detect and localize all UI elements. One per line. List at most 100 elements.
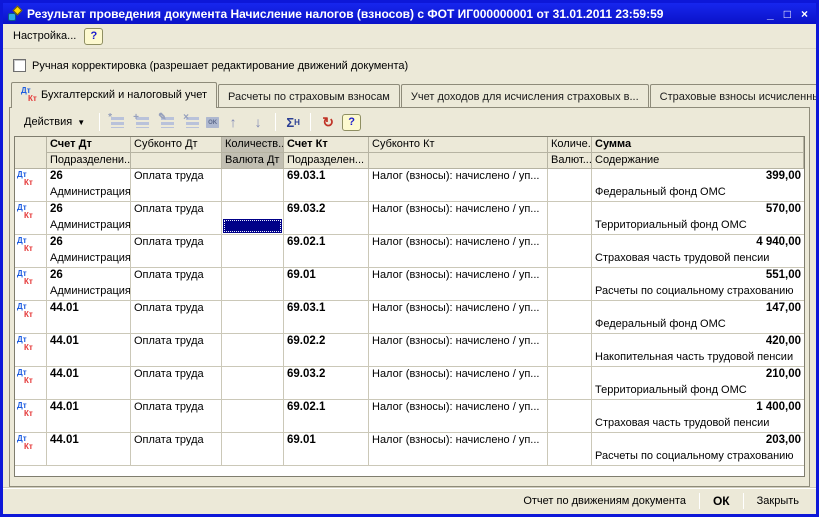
summa-cell[interactable]: 570,00 Территориальный фонд ОМС — [592, 202, 804, 235]
refresh-icon[interactable]: ↻ — [317, 112, 339, 132]
header-cell[interactable]: Количеств... — [222, 137, 284, 153]
subconto-dt-cell[interactable]: Оплата труда — [131, 268, 222, 301]
dtkt-cell[interactable]: Дт Кт — [15, 202, 47, 235]
header-cell[interactable] — [15, 137, 47, 153]
subconto-dt-cell[interactable]: Оплата труда — [131, 235, 222, 268]
summa-cell[interactable]: 4 940,00 Страховая часть трудовой пенсии — [592, 235, 804, 268]
header-cell[interactable]: Подразделен... — [284, 153, 369, 169]
help-button[interactable]: ? — [84, 27, 104, 45]
kolichestvo-valuta-kt-cell[interactable] — [548, 367, 592, 400]
subconto-kt-cell[interactable]: Налог (взносы): начислено / уп... — [369, 235, 548, 268]
header-cell[interactable]: Сумма — [592, 137, 804, 153]
header-cell[interactable]: Валюта Дт — [222, 153, 284, 169]
schet-kt-cell[interactable]: 69.02.1 — [284, 400, 369, 433]
header-cell[interactable]: Счет Кт — [284, 137, 369, 153]
close-button[interactable]: × — [801, 7, 808, 21]
schet-kt-cell[interactable]: 69.03.1 — [284, 301, 369, 334]
subconto-kt-cell[interactable]: Налог (взносы): начислено / уп... — [369, 268, 548, 301]
subconto-kt-cell[interactable]: Налог (взносы): начислено / уп... — [369, 367, 548, 400]
kolichestvo-valuta-dt-cell[interactable] — [222, 235, 284, 268]
subconto-kt-cell[interactable]: Налог (взносы): начислено / уп... — [369, 202, 548, 235]
totals-icon[interactable]: ΣH — [282, 112, 304, 132]
header-cell[interactable]: Количе... — [548, 137, 592, 153]
schet-dt-cell[interactable]: 26 Администрация — [47, 268, 131, 301]
close-window-button[interactable]: Закрыть — [748, 491, 808, 511]
kolichestvo-valuta-kt-cell[interactable] — [548, 301, 592, 334]
header-cell[interactable] — [369, 153, 548, 169]
kolichestvo-valuta-dt-cell[interactable] — [222, 433, 284, 466]
subconto-kt-cell[interactable]: Налог (взносы): начислено / уп... — [369, 400, 548, 433]
kolichestvo-valuta-kt-cell[interactable] — [548, 334, 592, 367]
dtkt-cell[interactable]: Дт Кт — [15, 169, 47, 202]
kolichestvo-valuta-dt-cell[interactable] — [222, 268, 284, 301]
dtkt-cell[interactable]: Дт Кт — [15, 400, 47, 433]
summa-cell[interactable]: 420,00 Накопительная часть трудовой пенс… — [592, 334, 804, 367]
tab-4[interactable]: Страховые взносы исчисленные — [649, 84, 816, 107]
summa-cell[interactable]: 210,00 Территориальный фонд ОМС — [592, 367, 804, 400]
subconto-dt-cell[interactable]: Оплата труда — [131, 433, 222, 466]
schet-kt-cell[interactable]: 69.03.2 — [284, 367, 369, 400]
subconto-dt-cell[interactable]: Оплата труда — [131, 400, 222, 433]
dtkt-cell[interactable]: Дт Кт — [15, 433, 47, 466]
minimize-button[interactable]: _ — [767, 7, 774, 21]
report-on-document-movements-button[interactable]: Отчет по движениям документа — [514, 491, 695, 511]
kolichestvo-valuta-kt-cell[interactable] — [548, 400, 592, 433]
header-cell[interactable]: Содержание — [592, 153, 804, 169]
dtkt-cell[interactable]: Дт Кт — [15, 235, 47, 268]
header-cell[interactable]: Валют... — [548, 153, 592, 169]
subconto-dt-cell[interactable]: Оплата труда — [131, 334, 222, 367]
subconto-kt-cell[interactable]: Налог (взносы): начислено / уп... — [369, 433, 548, 466]
dtkt-cell[interactable]: Дт Кт — [15, 268, 47, 301]
kolichestvo-valuta-dt-cell[interactable] — [222, 400, 284, 433]
subconto-dt-cell[interactable]: Оплата труда — [131, 169, 222, 202]
kolichestvo-valuta-dt-cell[interactable] — [222, 202, 284, 235]
schet-dt-cell[interactable]: 26 Администрация — [47, 235, 131, 268]
kolichestvo-valuta-dt-cell[interactable] — [222, 334, 284, 367]
kolichestvo-valuta-kt-cell[interactable] — [548, 235, 592, 268]
help-icon[interactable]: ? — [342, 113, 362, 131]
schet-kt-cell[interactable]: 69.01 — [284, 433, 369, 466]
subconto-dt-cell[interactable]: Оплата труда — [131, 202, 222, 235]
kolichestvo-valuta-kt-cell[interactable] — [548, 433, 592, 466]
dtkt-cell[interactable]: Дт Кт — [15, 367, 47, 400]
manual-adjustment-checkbox[interactable] — [13, 59, 26, 72]
schet-dt-cell[interactable]: 26 Администрация — [47, 202, 131, 235]
dtkt-cell[interactable]: Дт Кт — [15, 301, 47, 334]
tab-3[interactable]: Учет доходов для исчисления страховых в.… — [400, 84, 649, 107]
ok-button[interactable]: ОК — [704, 490, 739, 512]
header-cell[interactable]: Подразделени... — [47, 153, 131, 169]
schet-dt-cell[interactable]: 44.01 — [47, 400, 131, 433]
tab-2[interactable]: Расчеты по страховым взносам — [218, 84, 400, 107]
schet-dt-cell[interactable]: 44.01 — [47, 367, 131, 400]
actions-menu-button[interactable]: Действия ▼ — [16, 112, 93, 132]
tab-1[interactable]: Дт Кт Бухгалтерский и налоговый учет — [11, 82, 218, 108]
schet-dt-cell[interactable]: 44.01 — [47, 433, 131, 466]
header-cell[interactable] — [15, 153, 47, 169]
dtkt-cell[interactable]: Дт Кт — [15, 334, 47, 367]
kolichestvo-valuta-dt-cell[interactable] — [222, 169, 284, 202]
header-cell[interactable] — [131, 153, 222, 169]
header-cell[interactable]: Субконто Кт — [369, 137, 548, 153]
subconto-dt-cell[interactable]: Оплата труда — [131, 367, 222, 400]
subconto-kt-cell[interactable]: Налог (взносы): начислено / уп... — [369, 169, 548, 202]
kolichestvo-valuta-kt-cell[interactable] — [548, 202, 592, 235]
summa-cell[interactable]: 399,00 Федеральный фонд ОМС — [592, 169, 804, 202]
kolichestvo-valuta-dt-cell[interactable] — [222, 367, 284, 400]
header-cell[interactable]: Счет Дт — [47, 137, 131, 153]
schet-kt-cell[interactable]: 69.03.1 — [284, 169, 369, 202]
kolichestvo-valuta-kt-cell[interactable] — [548, 169, 592, 202]
summa-cell[interactable]: 551,00 Расчеты по социальному страховани… — [592, 268, 804, 301]
summa-cell[interactable]: 147,00 Федеральный фонд ОМС — [592, 301, 804, 334]
schet-dt-cell[interactable]: 44.01 — [47, 334, 131, 367]
schet-dt-cell[interactable]: 44.01 — [47, 301, 131, 334]
kolichestvo-valuta-kt-cell[interactable] — [548, 268, 592, 301]
schet-kt-cell[interactable]: 69.02.2 — [284, 334, 369, 367]
subconto-dt-cell[interactable]: Оплата труда — [131, 301, 222, 334]
table-empty-strip[interactable] — [15, 466, 804, 476]
schet-dt-cell[interactable]: 26 Администрация — [47, 169, 131, 202]
schet-kt-cell[interactable]: 69.01 — [284, 268, 369, 301]
summa-cell[interactable]: 1 400,00 Страховая часть трудовой пенсии — [592, 400, 804, 433]
schet-kt-cell[interactable]: 69.03.2 — [284, 202, 369, 235]
schet-kt-cell[interactable]: 69.02.1 — [284, 235, 369, 268]
kolichestvo-valuta-dt-cell[interactable] — [222, 301, 284, 334]
